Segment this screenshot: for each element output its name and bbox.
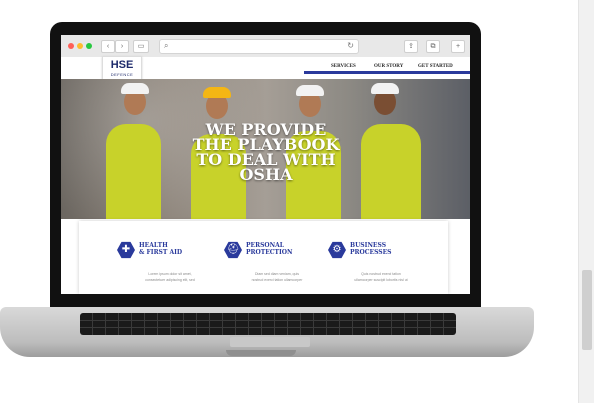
site-nav: HSE DEFENCE SERVICES OUR STORY GET START… bbox=[61, 56, 470, 80]
search-icon: ⌕ bbox=[164, 41, 169, 50]
address-bar[interactable]: ⌕ ↻ bbox=[159, 39, 359, 54]
reload-icon[interactable]: ↻ bbox=[347, 41, 354, 50]
logo-sub: DEFENCE bbox=[110, 72, 134, 77]
nav-accent-bar bbox=[304, 71, 470, 74]
hardhat-white bbox=[121, 83, 149, 94]
laptop-notch bbox=[226, 350, 296, 356]
feature-desc: Diam sed diam veniam, quis nostrud exerc… bbox=[251, 272, 303, 282]
hardhat-white bbox=[296, 85, 324, 96]
features-card: ✚ HEALTH & FIRST AID Lorem ipsum dolor s… bbox=[79, 221, 448, 294]
site-logo[interactable]: HSE DEFENCE bbox=[102, 56, 142, 80]
new-tab-icon[interactable]: + bbox=[451, 40, 465, 53]
tabs-icon[interactable]: ⧉ bbox=[426, 40, 440, 53]
worker-figure bbox=[106, 124, 161, 219]
page-scrollbar[interactable] bbox=[578, 0, 594, 403]
close-window-icon[interactable] bbox=[68, 43, 74, 49]
laptop-trackpad bbox=[230, 337, 310, 347]
hardhat-icon: ⛑ bbox=[224, 241, 242, 259]
forward-button[interactable]: › bbox=[115, 40, 129, 53]
feature-title: PERSONAL PROTECTION bbox=[246, 242, 293, 256]
hardhat-yellow bbox=[203, 87, 231, 98]
hardhat-white bbox=[371, 83, 399, 94]
logo-main: HSE bbox=[110, 59, 134, 71]
gear-icon: ⚙ bbox=[328, 241, 346, 259]
nav-services[interactable]: SERVICES bbox=[331, 64, 356, 69]
sidebar-toggle-icon[interactable]: ▭ bbox=[133, 40, 149, 53]
minimize-window-icon[interactable] bbox=[77, 43, 83, 49]
back-button[interactable]: ‹ bbox=[101, 40, 115, 53]
feature-title: BUSINESS PROCESSES bbox=[350, 242, 392, 256]
nav-get-started[interactable]: GET STARTED bbox=[418, 64, 453, 69]
nav-our-story[interactable]: OUR STORY bbox=[374, 64, 403, 69]
laptop-keyboard bbox=[80, 313, 456, 335]
feature-desc: Quis nostrud exerci tation ullamcorper s… bbox=[354, 272, 408, 282]
feature-desc: Lorem ipsum dolor sit amet, consectetuer… bbox=[145, 272, 195, 282]
feature-title: HEALTH & FIRST AID bbox=[139, 242, 183, 256]
share-icon[interactable]: ⇪ bbox=[404, 40, 418, 53]
scrollbar-thumb[interactable] bbox=[582, 270, 592, 350]
plus-icon: ✚ bbox=[117, 241, 135, 259]
browser-toolbar: ‹ › ▭ ⌕ ↻ ⇪ ⧉ + bbox=[61, 35, 470, 58]
hero-title: WE PROVIDE THE PLAYBOOK TO DEAL WITH OSH… bbox=[192, 120, 340, 184]
zoom-window-icon[interactable] bbox=[86, 43, 92, 49]
laptop-screen: ‹ › ▭ ⌕ ↻ ⇪ ⧉ + HSE DEFENCE SERVICES OUR… bbox=[61, 35, 470, 294]
